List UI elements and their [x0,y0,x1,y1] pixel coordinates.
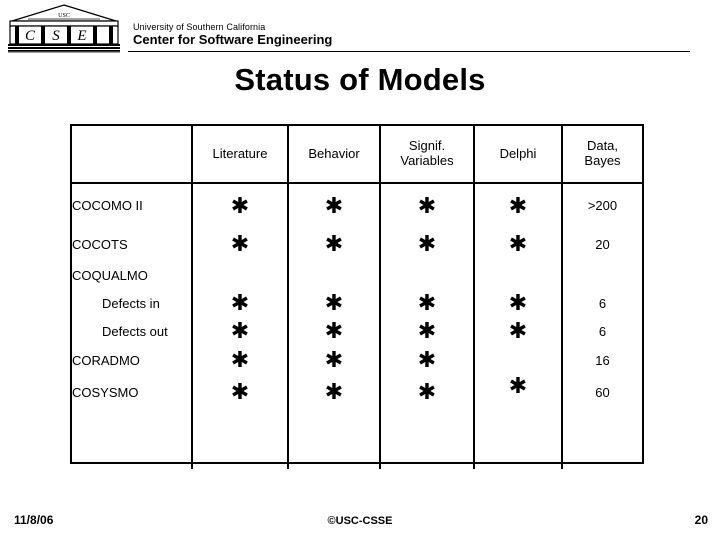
table-header-row: Literature Behavior Signif. Variables De… [72,126,642,184]
column-header-model [72,126,192,184]
cell-data-bayes [561,261,642,289]
cell-delphi: ✱ [473,317,562,345]
cell-delphi [473,261,562,289]
cell-behavior: ✱ [287,345,380,375]
svg-text:USC: USC [58,13,70,19]
page-title: Status of Models [234,62,486,97]
column-header-signif-line1: Signif. [408,138,446,154]
filler-cell [473,409,562,469]
cell-delphi: ✱ [473,375,562,409]
cell-signif-variables: ✱ [379,345,474,375]
table-row: COSYSMO ✱ ✱ ✱ ✱ 60 [72,375,642,409]
cell-behavior: ✱ [287,289,380,317]
row-label: COCOMO II [72,198,143,213]
column-header-data-line1: Data, [586,138,619,154]
cell-delphi: ✱ [473,183,562,227]
filler-cell [379,409,474,469]
cell-behavior: ✱ [287,183,380,227]
table-row: Defects in ✱ ✱ ✱ ✱ 6 [72,289,642,317]
cell-behavior: ✱ [287,375,380,409]
cell-literature: ✱ [191,317,288,345]
cell-signif-variables: ✱ [379,227,474,261]
cell-signif-variables: ✱ [379,289,474,317]
filler-cell [72,409,192,469]
table-filler-row [72,409,642,469]
cell-literature: ✱ [191,375,288,409]
column-header-behavior-line1: Behavior [308,145,360,161]
cell-data-bayes: 6 [561,317,642,345]
row-label: CORADMO [72,352,140,368]
cell-signif-variables [379,261,474,289]
footer-page-number: 20 [694,513,708,527]
column-header-behavior: Behavior [287,126,380,184]
row-label: COSYSMO [72,384,139,400]
cell-literature: ✱ [191,227,288,261]
cell-literature: ✱ [191,289,288,317]
cell-delphi [473,345,562,375]
cell-data-bayes: 20 [561,227,642,261]
column-header-delphi: Delphi [473,126,562,184]
cell-behavior: ✱ [287,227,380,261]
svg-text:E: E [76,28,86,44]
center-name: Center for Software Engineering [133,32,333,47]
row-label: Defects in [102,295,160,311]
footer-copyright: ©USC-CSSE [327,515,393,527]
cell-signif-variables: ✱ [379,375,474,409]
cell-literature: ✱ [191,345,288,375]
cell-behavior: ✱ [287,317,380,345]
table-row: COCOMO II ✱ ✱ ✱ ✱ >200 [72,183,642,227]
usc-csse-logo: USC C S E [8,4,120,54]
column-header-literature-line1: Literature [212,145,268,161]
status-table: Literature Behavior Signif. Variables De… [70,124,644,469]
university-name: University of Southern California [133,22,266,32]
row-label: Defects out [102,323,168,339]
cell-delphi: ✱ [473,227,562,261]
cell-delphi: ✱ [473,289,562,317]
filler-cell [287,409,380,469]
column-header-data-bayes: Data, Bayes [561,126,642,184]
table-row: Defects out ✱ ✱ ✱ ✱ 6 [72,317,642,345]
cell-data-bayes: 60 [561,375,642,409]
cell-signif-variables: ✱ [379,317,474,345]
svg-text:C: C [25,28,36,44]
row-label: COQUALMO [72,267,148,283]
cell-data-bayes: 6 [561,289,642,317]
cell-literature: ✱ [191,183,288,227]
cell-behavior [287,261,380,289]
column-header-data-line2: Bayes [584,153,621,168]
cell-data-bayes: >200 [561,183,642,227]
column-header-delphi-line1: Delphi [499,145,537,161]
column-header-literature: Literature [191,126,288,184]
table-row: COCOTS ✱ ✱ ✱ ✱ 20 [72,227,642,261]
table-row: COQUALMO [72,261,642,289]
slide-header: USC C S E University of Southern Califor… [0,0,720,56]
column-header-signif-line2: Variables [400,153,454,168]
header-divider [128,51,690,52]
cell-signif-variables: ✱ [379,183,474,227]
filler-cell [561,409,642,469]
svg-text:S: S [52,28,60,44]
column-header-signif-variables: Signif. Variables [379,126,474,184]
cell-literature [191,261,288,289]
filler-cell [191,409,288,469]
row-label: COCOTS [72,236,128,252]
table-row: CORADMO ✱ ✱ ✱ 16 [72,345,642,375]
cell-data-bayes: 16 [561,345,642,375]
